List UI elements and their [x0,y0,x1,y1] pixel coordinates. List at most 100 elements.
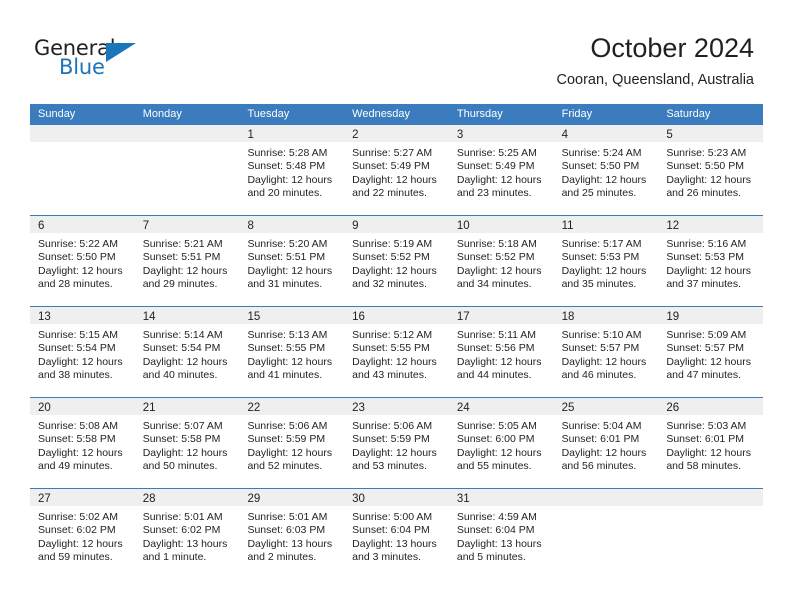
sunrise-time: Sunrise: 5:27 AM [352,147,433,159]
day-number: 24 [456,402,470,414]
calendar-day-cell[interactable]: 9 Sunrise: 5:19 AM Sunset: 5:52 PM Daylight… [344,216,449,306]
calendar-day-cell[interactable]: 3 Sunrise: 5:25 AM Sunset: 5:49 PM Daylight… [448,125,554,215]
weekday-header-friday: Friday [561,108,593,120]
calendar-day-cell[interactable]: 27 Sunrise: 5:02 AM Sunset: 6:02 PM Dayligh… [30,489,135,579]
day-number: 20 [38,402,51,414]
daylight-duration-line2: and 59 minutes. [38,551,113,564]
calendar-day-cell[interactable]: 7 Sunrise: 5:21 AM Sunset: 5:51 PM Daylight… [134,216,240,306]
day-number-band: 22 [239,398,345,415]
weekday-header-wednesday: Wednesday [352,108,411,120]
day-number: 9 [352,220,359,232]
calendar-day-cell[interactable]: 20 Sunrise: 5:08 AM Sunset: 5:58 PM Dayligh… [30,398,135,488]
daylight-duration-line1: Daylight: 12 hours [456,173,542,186]
calendar-day-cell[interactable]: 5 Sunrise: 5:23 AM Sunset: 5:50 PM Daylight… [658,125,764,215]
day-number-band: 31 [448,489,554,506]
daylight-duration-line2: and 56 minutes. [561,460,637,473]
sunset-time: Sunset: 5:53 PM [666,251,744,264]
daylight-duration-line2: and 43 minutes. [352,369,427,382]
daylight-duration-line2: and 44 minutes. [456,369,532,382]
title-block: October 2024 Cooran, Queensland, Austral… [557,32,755,90]
calendar-day-cell[interactable]: 15 Sunrise: 5:13 AM Sunset: 5:55 PM Dayligh… [239,307,345,397]
day-number: 10 [456,220,470,232]
calendar-day-cell[interactable]: 2 Sunrise: 5:27 AM Sunset: 5:49 PM Daylight… [344,125,449,215]
day-number: 6 [38,220,45,232]
daylight-duration-line1: Daylight: 12 hours [352,173,437,186]
calendar-day-cell[interactable]: 6 Sunrise: 5:22 AM Sunset: 5:50 PM Daylight… [30,216,135,306]
day-number-band: 2 [344,125,449,142]
general-blue-logo[interactable]: General Blue [34,36,164,86]
day-details: Sunrise: 5:08 AM Sunset: 5:58 PM Daylight:… [30,415,135,474]
day-number: 13 [38,311,51,323]
day-number: 23 [352,402,365,414]
day-number-band: 21 [134,398,240,415]
day-details: Sunrise: 5:10 AM Sunset: 5:57 PM Daylight:… [554,324,659,383]
sunrise-time: Sunrise: 5:23 AM [666,147,747,159]
calendar-day-cell[interactable]: 18 Sunrise: 5:10 AM Sunset: 5:57 PM Dayligh… [553,307,659,397]
day-number: 3 [456,129,464,141]
calendar-day-cell[interactable]: 12 Sunrise: 5:16 AM Sunset: 5:53 PM Dayligh… [658,216,764,306]
calendar-day-cell[interactable]: 25 Sunrise: 5:04 AM Sunset: 6:01 PM Dayligh… [553,398,659,488]
calendar-day-cell-empty [553,489,659,579]
calendar-day-cell[interactable]: 11 Sunrise: 5:17 AM Sunset: 5:53 PM Dayligh… [553,216,659,306]
calendar-day-cell[interactable]: 1 Sunrise: 5:28 AM Sunset: 5:48 PM Daylight… [239,125,345,215]
calendar-day-cell-empty [134,125,240,215]
day-number: 2 [352,129,359,141]
calendar-day-cell[interactable]: 23 Sunrise: 5:06 AM Sunset: 5:59 PM Dayligh… [344,398,449,488]
calendar-day-cell[interactable]: 16 Sunrise: 5:12 AM Sunset: 5:55 PM Dayligh… [344,307,449,397]
day-number-band: 23 [344,398,449,415]
daylight-duration-line1: Daylight: 12 hours [666,173,751,186]
sunset-time: Sunset: 5:59 PM [352,433,430,446]
daylight-duration-line1: Daylight: 13 hours [352,537,437,550]
daylight-duration-line1: Daylight: 12 hours [142,355,228,368]
sunrise-time: Sunrise: 5:24 AM [561,147,642,159]
page-title: October 2024 [590,33,754,63]
day-number: 19 [666,311,680,323]
sunset-time: Sunset: 5:57 PM [561,342,640,355]
calendar-day-cell[interactable]: 30 Sunrise: 5:00 AM Sunset: 6:04 PM Dayligh… [344,489,449,579]
calendar-day-cell[interactable]: 28 Sunrise: 5:01 AM Sunset: 6:02 PM Dayligh… [134,489,240,579]
calendar-day-cell[interactable]: 13 Sunrise: 5:15 AM Sunset: 5:54 PM Dayligh… [30,307,135,397]
sunrise-time: Sunrise: 5:16 AM [666,238,747,250]
daylight-duration-line1: Daylight: 12 hours [38,446,123,459]
daylight-duration-line2: and 53 minutes. [352,460,427,473]
daylight-duration-line1: Daylight: 12 hours [352,264,437,277]
sunset-time: Sunset: 5:58 PM [38,433,116,446]
logo-text-blue: Blue [59,55,105,79]
sunrise-time: Sunrise: 5:04 AM [561,420,642,432]
day-number-band: 1 [239,125,345,142]
day-number-band: 15 [239,307,345,324]
daylight-duration-line1: Daylight: 12 hours [38,264,123,277]
daylight-duration-line2: and 41 minutes. [247,369,323,382]
calendar-day-cell[interactable]: 31 Sunrise: 4:59 AM Sunset: 6:04 PM Dayligh… [448,489,554,579]
day-number-band: 29 [239,489,345,506]
daylight-duration-line1: Daylight: 12 hours [352,355,437,368]
daylight-duration-line1: Daylight: 12 hours [561,355,647,368]
daylight-duration-line1: Daylight: 12 hours [456,355,542,368]
sunset-time: Sunset: 6:04 PM [456,524,535,537]
day-number-band [553,489,659,506]
calendar-day-cell[interactable]: 8 Sunrise: 5:20 AM Sunset: 5:51 PM Daylight… [239,216,345,306]
calendar-day-cell[interactable]: 29 Sunrise: 5:01 AM Sunset: 6:03 PM Dayligh… [239,489,345,579]
day-details: Sunrise: 5:24 AM Sunset: 5:50 PM Daylight:… [554,142,659,201]
day-details: Sunrise: 5:16 AM Sunset: 5:53 PM Daylight:… [658,233,763,292]
day-details: Sunrise: 5:28 AM Sunset: 5:48 PM Daylight:… [239,142,344,201]
calendar-day-cell[interactable]: 24 Sunrise: 5:05 AM Sunset: 6:00 PM Dayligh… [448,398,554,488]
calendar-day-cell[interactable]: 10 Sunrise: 5:18 AM Sunset: 5:52 PM Dayligh… [448,216,554,306]
day-details: Sunrise: 5:06 AM Sunset: 5:59 PM Daylight:… [239,415,344,474]
calendar-day-cell[interactable]: 26 Sunrise: 5:03 AM Sunset: 6:01 PM Dayligh… [658,398,764,488]
day-number-band: 19 [658,307,764,324]
day-number-band: 14 [134,307,240,324]
calendar-day-cell[interactable]: 17 Sunrise: 5:11 AM Sunset: 5:56 PM Dayligh… [448,307,554,397]
calendar-day-cell[interactable]: 4 Sunrise: 5:24 AM Sunset: 5:50 PM Daylight… [553,125,659,215]
calendar-day-cell[interactable]: 22 Sunrise: 5:06 AM Sunset: 5:59 PM Dayligh… [239,398,345,488]
day-details: Sunrise: 5:20 AM Sunset: 5:51 PM Daylight:… [239,233,344,292]
calendar-day-cell[interactable]: 14 Sunrise: 5:14 AM Sunset: 5:54 PM Dayligh… [134,307,240,397]
day-number: 21 [142,402,156,414]
calendar-day-cell[interactable]: 21 Sunrise: 5:07 AM Sunset: 5:58 PM Dayligh… [134,398,240,488]
calendar-day-cell[interactable]: 19 Sunrise: 5:09 AM Sunset: 5:57 PM Dayligh… [658,307,764,397]
daylight-duration-line1: Daylight: 12 hours [456,446,542,459]
daylight-duration-line2: and 47 minutes. [666,369,742,382]
daylight-duration-line1: Daylight: 12 hours [666,355,751,368]
sunrise-time: Sunrise: 5:14 AM [142,329,223,341]
sunset-time: Sunset: 6:00 PM [456,433,535,446]
